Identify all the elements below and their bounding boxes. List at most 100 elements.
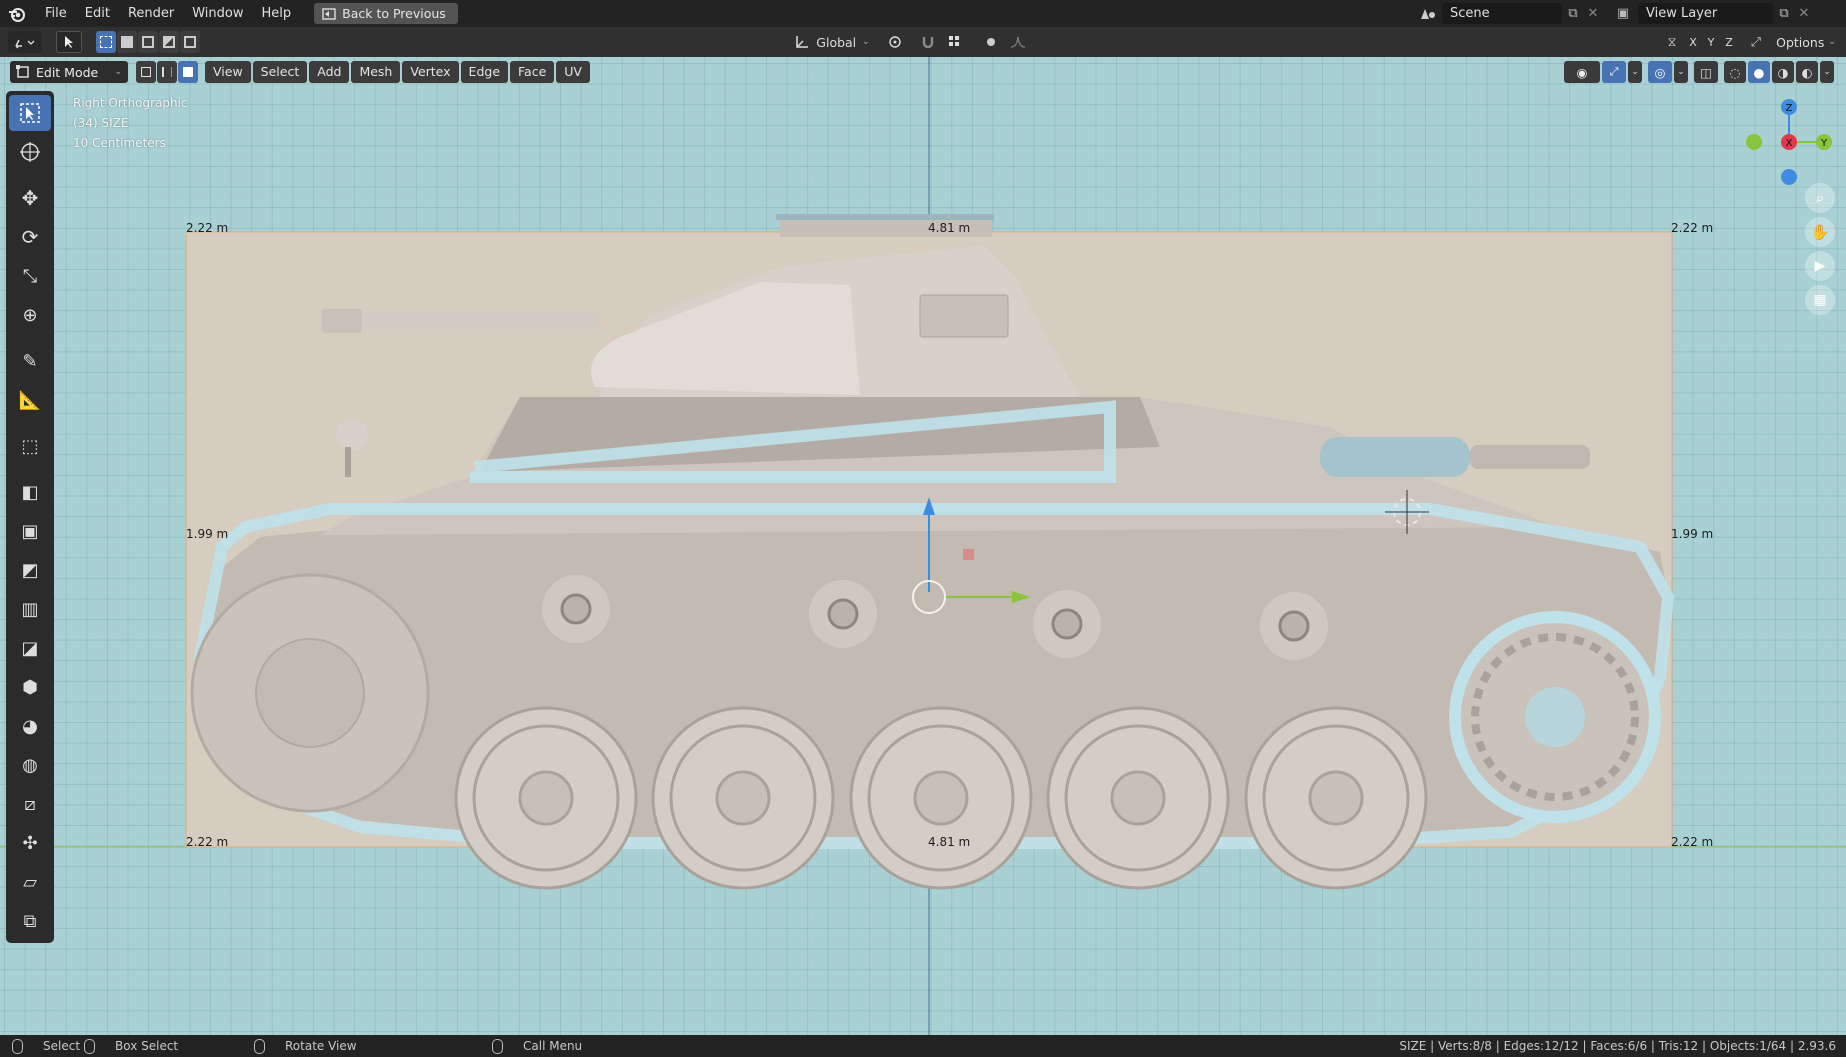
menu-select[interactable]: Select [252, 61, 308, 83]
pivot-point-dropdown[interactable] [880, 31, 912, 53]
tool-inset[interactable]: ▣ [9, 513, 51, 549]
menu-edit[interactable]: Edit [76, 0, 119, 27]
delete-scene-icon[interactable]: ✕ [1584, 6, 1602, 21]
view-layer-field[interactable]: View Layer [1638, 3, 1773, 24]
face-select-mode-button[interactable] [178, 61, 198, 83]
new-scene-icon[interactable]: ⧉ [1562, 6, 1584, 21]
menu-uv[interactable]: UV [556, 61, 590, 83]
tool-edge-slide[interactable]: ⧄ [9, 786, 51, 822]
toggle-ortho-button[interactable]: ▦ [1805, 285, 1835, 315]
tool-select-box[interactable] [9, 95, 51, 131]
tool-transform[interactable]: ⊕ [9, 297, 51, 333]
gizmo-toggle[interactable]: ⤢ [1602, 61, 1626, 83]
tool-bevel[interactable]: ◩ [9, 552, 51, 588]
menu-vertex[interactable]: Vertex [402, 61, 459, 83]
gizmo-dropdown[interactable]: ⌄ [1628, 61, 1642, 83]
delete-view-layer-icon[interactable]: ✕ [1795, 6, 1813, 21]
edge-select-icon [162, 67, 172, 77]
back-to-previous-button[interactable]: Back to Previous [314, 3, 458, 24]
box-select-intersect-button[interactable] [180, 31, 200, 53]
tool-shear[interactable]: ▱ [9, 864, 51, 900]
3d-viewport-icon [15, 39, 35, 49]
tool-measure[interactable]: 📐 [9, 382, 51, 418]
blender-logo-icon[interactable] [6, 3, 28, 25]
box-select-new-button[interactable] [96, 31, 116, 53]
shading-dropdown[interactable]: ⌄ [1820, 61, 1834, 83]
pan-button[interactable]: ✋ [1805, 217, 1835, 247]
mirror-y-toggle[interactable]: Y [1702, 31, 1720, 53]
zoom-button[interactable]: ⌕ [1805, 183, 1835, 213]
snap-toggle[interactable] [918, 31, 938, 53]
menu-help[interactable]: Help [253, 0, 301, 27]
chevron-down-icon: ⌄ [862, 37, 870, 47]
hint-call-menu: Call Menu [492, 1038, 583, 1054]
hint-call-menu-label: Call Menu [523, 1039, 583, 1053]
menu-window[interactable]: Window [183, 0, 252, 27]
box-select-subtract-button[interactable] [138, 31, 158, 53]
mode-dropdown[interactable]: Edit Mode ⌄ [10, 61, 128, 83]
scene-browse-icon[interactable] [1414, 3, 1442, 24]
tool-add-cube[interactable]: ⬚ [9, 428, 51, 464]
dimension-top-left: 2.22 m [186, 221, 229, 235]
shading-rendered-button[interactable]: ◐ [1796, 61, 1818, 83]
scene-name-field[interactable]: Scene [1442, 3, 1562, 24]
tool-poly-build[interactable]: ⬢ [9, 669, 51, 705]
tool-loop-cut[interactable]: ▥ [9, 591, 51, 627]
hand-icon: ✋ [1810, 223, 1830, 241]
proportional-falloff-dropdown[interactable] [1004, 31, 1036, 53]
shading-solid-button[interactable]: ● [1748, 61, 1770, 83]
gizmo-plane-handle[interactable] [963, 549, 974, 560]
options-dropdown[interactable]: Options ⌄ [1774, 31, 1838, 53]
view-layer-browse-icon[interactable]: ▣ [1608, 6, 1638, 21]
tool-rotate[interactable]: ⟳ [9, 219, 51, 255]
tool-smooth[interactable]: ◍ [9, 747, 51, 783]
tool-knife[interactable]: ◪ [9, 630, 51, 666]
menu-file[interactable]: File [36, 0, 76, 27]
edge-select-mode-button[interactable] [157, 61, 177, 83]
material-sphere-icon: ◑ [1777, 64, 1789, 80]
tool-spin[interactable]: ◕ [9, 708, 51, 744]
falloff-curve-icon [1010, 36, 1026, 48]
proportional-editing-toggle[interactable] [980, 31, 1002, 53]
shading-material-button[interactable]: ◑ [1772, 61, 1794, 83]
tool-annotate[interactable]: ✎ [9, 343, 51, 379]
xray-toggle[interactable]: ◫ [1694, 61, 1718, 83]
navigation-gizmo[interactable]: Z Y X [1744, 97, 1834, 187]
box-select-extend-button[interactable] [117, 31, 137, 53]
dimension-top-center: 4.81 m [928, 221, 971, 235]
menu-view[interactable]: View [205, 61, 251, 83]
editor-type-selector[interactable] [8, 31, 42, 53]
shading-wireframe-button[interactable]: ◌ [1724, 61, 1746, 83]
face-select-icon [183, 67, 193, 77]
tool-cursor[interactable] [9, 134, 51, 170]
menu-add[interactable]: Add [309, 61, 350, 83]
menu-edge[interactable]: Edge [460, 61, 509, 83]
overlays-toggle[interactable]: ◎ [1648, 61, 1672, 83]
new-view-layer-icon[interactable]: ⧉ [1773, 6, 1795, 21]
extrude-icon: ◧ [21, 481, 39, 503]
mirror-options-icon[interactable]: ⧖ [1660, 31, 1684, 53]
snap-target-dropdown[interactable] [940, 31, 972, 53]
chevron-down-icon: ⌄ [1828, 37, 1836, 47]
select-tool-mode-button[interactable] [56, 31, 82, 53]
tool-extrude[interactable]: ◧ [9, 474, 51, 510]
box-select-difference-button[interactable] [159, 31, 179, 53]
dimension-mid-left: 1.99 m [186, 527, 229, 541]
overlays-dropdown[interactable]: ⌄ [1674, 61, 1688, 83]
tool-move[interactable]: ✥ [9, 180, 51, 216]
menu-mesh[interactable]: Mesh [351, 61, 401, 83]
camera-view-button[interactable]: ▶ [1805, 251, 1835, 281]
chevron-down-icon: ⌄ [114, 67, 122, 77]
3d-viewport[interactable]: Edit Mode ⌄ View Select Add Mesh Vertex … [0, 57, 1846, 1035]
mirror-z-toggle[interactable]: Z [1720, 31, 1738, 53]
menu-face[interactable]: Face [510, 61, 555, 83]
visibility-dropdown[interactable]: ◉ [1564, 61, 1600, 83]
tool-scale[interactable]: ⤡ [9, 258, 51, 294]
menu-render[interactable]: Render [119, 0, 183, 27]
transform-orientation-dropdown[interactable]: Global ⌄ [788, 31, 876, 53]
mirror-x-toggle[interactable]: X [1684, 31, 1702, 53]
autotopo-icon[interactable]: ⤢ [1744, 31, 1768, 53]
tool-shrink-fatten[interactable]: ✣ [9, 825, 51, 861]
tool-rip-region[interactable]: ⧉ [9, 903, 51, 939]
vertex-select-mode-button[interactable] [136, 61, 156, 83]
